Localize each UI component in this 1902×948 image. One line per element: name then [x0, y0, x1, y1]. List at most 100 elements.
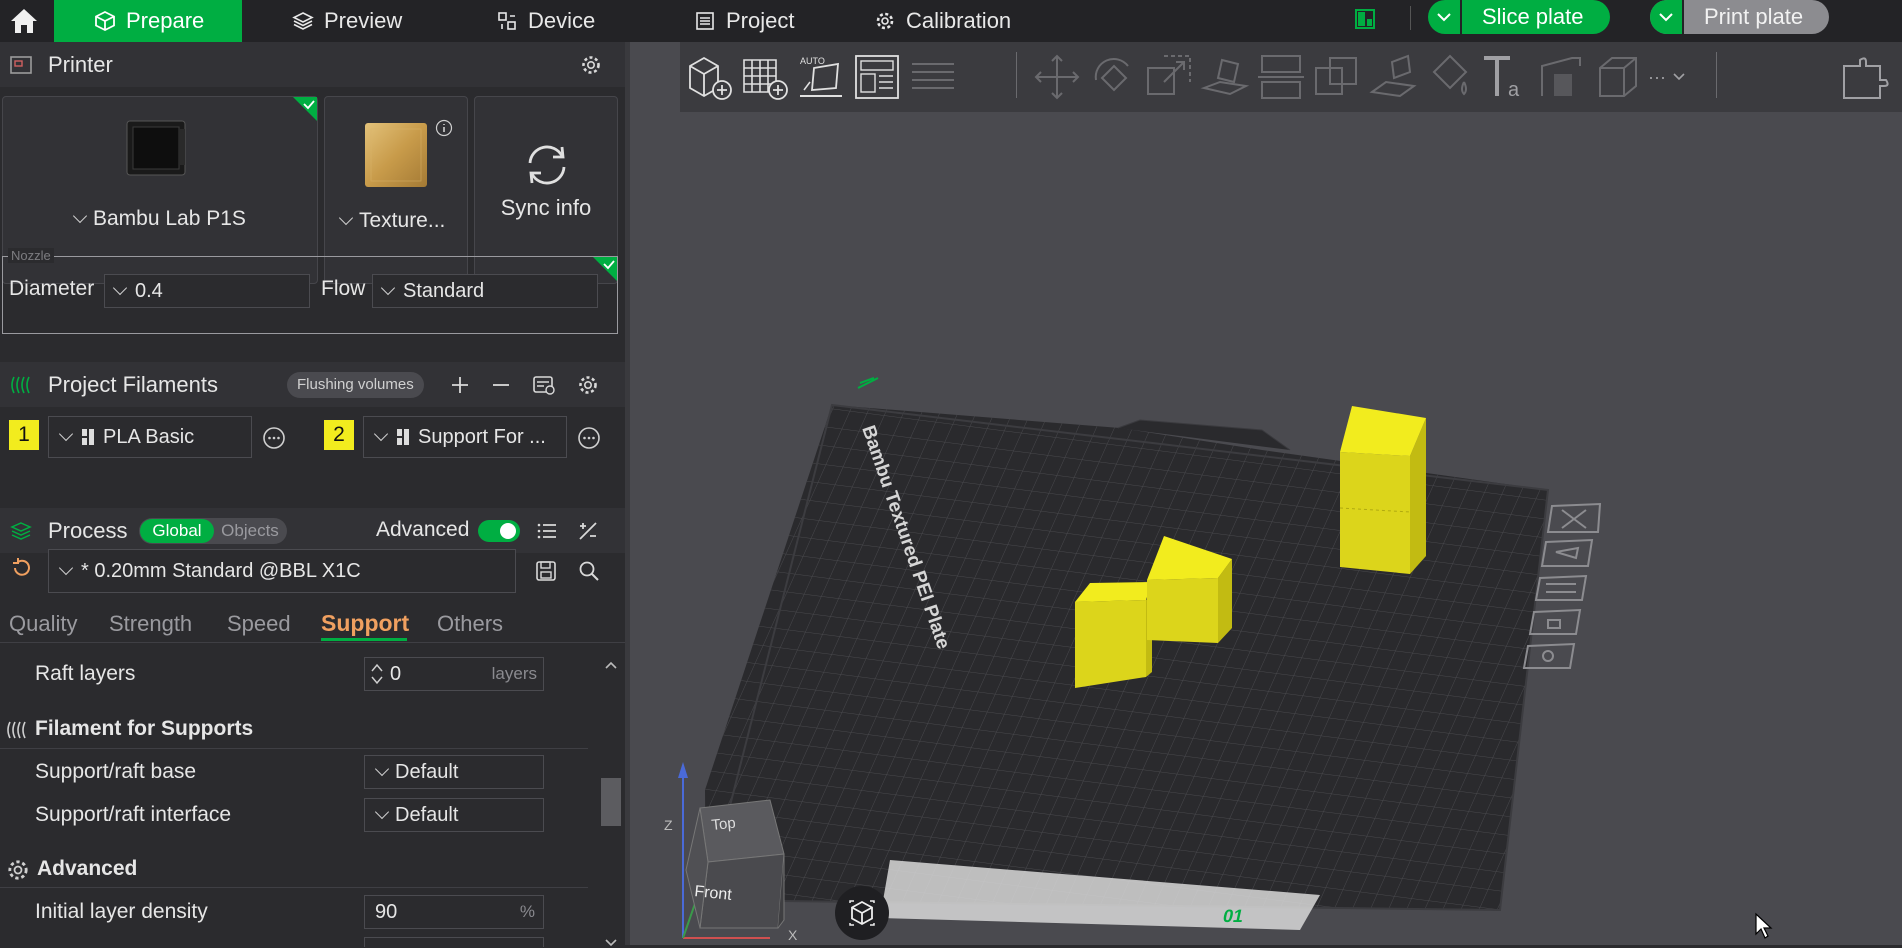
- boolean-icon[interactable]: [1312, 52, 1362, 102]
- info-icon[interactable]: [435, 119, 453, 137]
- tab-label: Device: [528, 8, 596, 33]
- search-icon[interactable]: [578, 560, 600, 582]
- gear-icon: [876, 12, 894, 30]
- chevron-down-icon: [58, 426, 74, 442]
- orient-icon[interactable]: [1534, 574, 1588, 601]
- tab-project[interactable]: Project: [694, 0, 794, 42]
- filament-name: PLA Basic: [103, 425, 195, 448]
- measure-icon[interactable]: [1592, 52, 1642, 102]
- more-icon[interactable]: [577, 426, 601, 450]
- pencil-icon: [857, 377, 879, 389]
- filament-settings-icon[interactable]: [532, 374, 556, 396]
- support-base-select[interactable]: Default: [364, 755, 544, 789]
- tab-label: Calibration: [906, 8, 1012, 33]
- initial-density-input[interactable]: 90 %: [364, 895, 544, 929]
- advanced-toggle[interactable]: [478, 520, 520, 542]
- plate-settings-icon[interactable]: [1522, 642, 1576, 669]
- tab-device[interactable]: Device: [496, 0, 595, 42]
- move-icon[interactable]: [1032, 52, 1082, 102]
- assembly-icon[interactable]: [1840, 52, 1890, 102]
- scale-icon[interactable]: [1144, 52, 1194, 102]
- chevron-down-icon: [72, 208, 88, 224]
- raft-layers-input[interactable]: 0 layers: [364, 657, 544, 691]
- chevron-down-icon[interactable]: [604, 938, 618, 948]
- object-tall-cube[interactable]: [1339, 406, 1426, 574]
- tab-speed[interactable]: Speed: [227, 611, 291, 637]
- chevron-down-icon: [112, 280, 128, 296]
- filament-select-1[interactable]: PLA Basic: [48, 416, 252, 458]
- text-tool-icon[interactable]: a: [1480, 52, 1530, 102]
- support-interface-label: Support/raft interface: [35, 803, 232, 826]
- tab-quality[interactable]: Quality: [9, 611, 77, 637]
- lock-plate-icon[interactable]: [1528, 608, 1582, 635]
- next-setting-input[interactable]: [364, 937, 544, 947]
- list-view-icon[interactable]: [536, 520, 558, 542]
- process-preset-select[interactable]: * 0.20mm Standard @BBL X1C: [48, 549, 516, 593]
- gear-icon[interactable]: [577, 374, 599, 396]
- layout-icon[interactable]: [1350, 4, 1380, 34]
- scope-objects[interactable]: Objects: [215, 519, 285, 543]
- stepper-icon[interactable]: [370, 661, 384, 687]
- filaments-title: Project Filaments: [48, 371, 218, 397]
- flow-select[interactable]: Standard: [372, 274, 598, 308]
- scope-toggle[interactable]: Global Objects: [139, 518, 287, 544]
- add-icon[interactable]: [449, 374, 471, 396]
- arrange-icon[interactable]: [1540, 538, 1594, 567]
- device-icon: [498, 12, 516, 30]
- home-icon[interactable]: [6, 4, 42, 38]
- scope-global[interactable]: Global: [140, 519, 214, 543]
- chevron-down-icon[interactable]: [1428, 0, 1462, 34]
- split-layers-icon[interactable]: [908, 52, 958, 102]
- chevron-down-icon: [1673, 73, 1685, 81]
- filaments-header: Project Filaments Flushing volumes: [0, 362, 625, 407]
- filament-number-1: 1: [9, 420, 39, 450]
- arrange-layout-icon[interactable]: [852, 52, 902, 102]
- save-icon[interactable]: [535, 560, 557, 582]
- support-paint-icon[interactable]: [1368, 52, 1418, 102]
- tab-support[interactable]: Support: [321, 610, 409, 637]
- diameter-label: Diameter: [9, 277, 95, 300]
- printer-model-label: Bambu Lab P1S: [93, 207, 246, 230]
- rotate-icon[interactable]: [1088, 52, 1138, 102]
- print-plate-button[interactable]: Print plate: [1650, 0, 1830, 34]
- add-object-icon[interactable]: [684, 52, 734, 102]
- view-cube-top[interactable]: Top: [711, 815, 737, 834]
- color-paint-icon[interactable]: [1424, 52, 1474, 102]
- build-plate-scene[interactable]: Bambu Textured PEI Plate 01 Z X Top Fron…: [630, 42, 1902, 945]
- remove-icon[interactable]: [490, 374, 512, 396]
- chevron-up-icon[interactable]: [604, 660, 618, 670]
- add-plate-icon[interactable]: [740, 52, 790, 102]
- gear-icon[interactable]: [580, 54, 602, 76]
- filament-select-2[interactable]: Support For ...: [363, 416, 567, 458]
- slice-plate-button[interactable]: Slice plate: [1428, 0, 1610, 34]
- more-icon[interactable]: [262, 426, 286, 450]
- auto-orient-icon[interactable]: AUTO: [796, 52, 846, 102]
- filament-icon: [7, 721, 26, 739]
- flow-value: Standard: [403, 279, 485, 302]
- camera-view-button[interactable]: [835, 886, 889, 940]
- seam-paint-icon[interactable]: [1536, 52, 1586, 102]
- chevron-down-icon[interactable]: [1650, 0, 1684, 34]
- lay-on-face-icon[interactable]: [1200, 52, 1250, 102]
- support-interface-select[interactable]: Default: [364, 798, 544, 832]
- flushing-volumes-button[interactable]: Flushing volumes: [287, 372, 424, 398]
- scrollbar-thumb[interactable]: [601, 778, 621, 826]
- diameter-select[interactable]: 0.4: [104, 274, 310, 308]
- textured-plate-image: [365, 123, 427, 187]
- tab-prepare[interactable]: Prepare: [54, 0, 243, 42]
- reset-icon[interactable]: [10, 556, 34, 580]
- 3d-viewport[interactable]: Bambu Textured PEI Plate 01 Z X Top Fron…: [630, 42, 1902, 945]
- tab-calibration[interactable]: Calibration: [874, 0, 1011, 42]
- tab-strength[interactable]: Strength: [109, 611, 192, 637]
- compare-icon[interactable]: [577, 520, 599, 542]
- tab-others[interactable]: Others: [437, 611, 503, 637]
- layers-icon: [292, 12, 314, 30]
- tab-preview[interactable]: Preview: [292, 0, 402, 42]
- view-cube-icon: [849, 900, 875, 926]
- object-cube-1[interactable]: [1075, 582, 1152, 688]
- delete-plate-icon[interactable]: [1546, 502, 1602, 533]
- settings-scrollbar[interactable]: [599, 652, 623, 948]
- process-title: Process: [48, 517, 128, 543]
- more-tools-button[interactable]: ···: [1648, 64, 1700, 90]
- cut-icon[interactable]: [1256, 52, 1306, 102]
